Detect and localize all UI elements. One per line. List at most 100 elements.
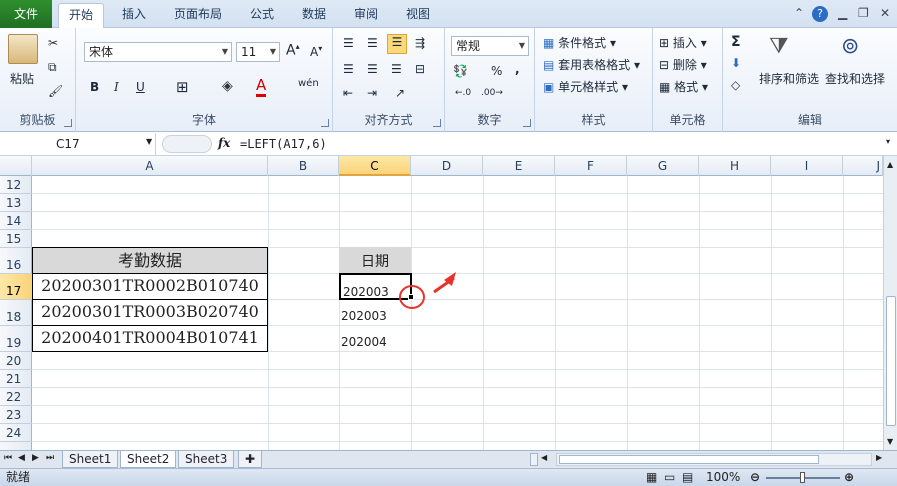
horizontal-scrollbar[interactable] — [556, 453, 872, 466]
insert-cells-button[interactable]: ⊞ 插入 ▾ — [659, 34, 707, 51]
increase-decimal-icon[interactable]: ←.0 — [455, 88, 471, 98]
delete-cells-button[interactable]: ⊟ 删除 ▾ — [659, 56, 707, 73]
sheet-tab-sheet2[interactable]: Sheet2 — [120, 451, 177, 468]
cell-c19[interactable]: 202004 — [341, 325, 387, 351]
tab-review[interactable]: 审阅 — [344, 3, 388, 28]
formula-input[interactable]: =LEFT(A17,6) — [240, 133, 327, 155]
find-select-button[interactable]: 查找和选择 — [825, 70, 885, 87]
tab-file[interactable]: 文件 — [0, 0, 52, 28]
font-name-combo[interactable]: 宋体 ▼ — [84, 42, 232, 62]
column-header-j[interactable]: J — [843, 156, 883, 176]
help-icon[interactable]: ? — [812, 6, 828, 22]
decrease-indent-icon[interactable]: ⇤ — [343, 86, 353, 100]
cut-icon[interactable]: ✂ — [48, 36, 58, 50]
cell-styles-button[interactable]: ▣ 单元格样式 ▾ — [543, 78, 628, 95]
row-header-22[interactable]: 22 — [0, 388, 32, 406]
italic-button[interactable]: I — [114, 80, 119, 94]
formula-bar-splitter[interactable] — [162, 135, 212, 153]
font-color-icon[interactable]: A — [256, 76, 267, 97]
row-header-15[interactable]: 15 — [0, 230, 32, 248]
window-restore-icon[interactable]: ❐ — [858, 6, 869, 20]
format-cells-button[interactable]: ▦ 格式 ▾ — [659, 78, 708, 95]
window-close-icon[interactable]: ✕ — [880, 6, 890, 20]
scroll-up-icon[interactable]: ▲ — [887, 160, 893, 169]
tab-home[interactable]: 开始 — [58, 3, 105, 28]
copy-icon[interactable]: ⧉ — [48, 60, 57, 75]
tab-insert[interactable]: 插入 — [112, 3, 156, 28]
format-as-table-button[interactable]: ▤ 套用表格格式 ▾ — [543, 56, 640, 73]
select-all-corner[interactable] — [0, 156, 32, 176]
underline-button[interactable]: U — [136, 80, 145, 94]
chevron-down-icon[interactable]: ▼ — [146, 137, 152, 146]
align-right-icon[interactable]: ☰ — [391, 62, 402, 76]
merge-center-icon[interactable]: ⊟ — [415, 62, 425, 76]
sheet-nav-next-icon[interactable]: ▶ — [32, 453, 39, 463]
scroll-thumb[interactable] — [886, 296, 896, 426]
paste-button[interactable]: 粘贴 — [10, 70, 34, 87]
worksheet-grid[interactable]: 考勤数据 20200301TR0002B010740 20200301TR000… — [32, 176, 883, 450]
tab-view[interactable]: 视图 — [396, 3, 440, 28]
cell-a18[interactable]: 20200301TR0003B020740 — [32, 299, 268, 326]
grow-font-icon[interactable]: A▴ — [286, 42, 300, 59]
row-header-13[interactable]: 13 — [0, 194, 32, 212]
page-break-view-icon[interactable]: ▤ — [682, 469, 693, 486]
column-header-d[interactable]: D — [411, 156, 483, 176]
scroll-left-icon[interactable]: ◀ — [541, 453, 547, 462]
cell-a16[interactable]: 考勤数据 — [32, 247, 268, 274]
zoom-in-icon[interactable]: ⊕ — [844, 469, 854, 486]
column-header-e[interactable]: E — [483, 156, 555, 176]
align-bottom-icon[interactable]: ☰ — [387, 34, 407, 54]
zoom-slider-thumb[interactable] — [800, 472, 805, 483]
row-header-20[interactable]: 20 — [0, 352, 32, 370]
name-box[interactable]: C17 — [0, 133, 156, 155]
row-header-16[interactable]: 16 — [0, 248, 32, 274]
column-header-f[interactable]: F — [555, 156, 627, 176]
sort-filter-button[interactable]: 排序和筛选 — [759, 70, 819, 87]
zoom-out-icon[interactable]: ⊖ — [750, 469, 760, 486]
row-header-17[interactable]: 17 — [0, 274, 32, 300]
increase-indent-icon[interactable]: ⇥ — [367, 86, 377, 100]
row-header-21[interactable]: 21 — [0, 370, 32, 388]
column-header-h[interactable]: H — [699, 156, 771, 176]
scroll-down-icon[interactable]: ▼ — [887, 437, 893, 446]
column-header-b[interactable]: B — [268, 156, 339, 176]
clear-icon[interactable]: ◇ — [731, 78, 740, 92]
zoom-level[interactable]: 100% — [706, 469, 740, 486]
expand-formula-icon[interactable]: ▾ — [886, 137, 890, 146]
row-header-19[interactable]: 19 — [0, 326, 32, 352]
column-header-c[interactable]: C — [339, 156, 411, 176]
row-header-24[interactable]: 24 — [0, 424, 32, 442]
font-launcher-icon[interactable] — [321, 119, 329, 127]
font-size-combo[interactable]: 11 ▼ — [236, 42, 280, 62]
column-header-g[interactable]: G — [627, 156, 699, 176]
percent-button[interactable]: % — [491, 64, 502, 78]
sheet-tab-sheet1[interactable]: Sheet1 — [62, 451, 119, 468]
sheet-nav-prev-icon[interactable]: ◀ — [18, 453, 25, 463]
sheet-tab-sheet3[interactable]: Sheet3 — [178, 451, 235, 468]
cell-a17[interactable]: 20200301TR0002B010740 — [32, 273, 268, 300]
column-header-i[interactable]: I — [771, 156, 843, 176]
sheet-nav-first-icon[interactable]: ⏮ — [4, 453, 12, 463]
window-minimize-icon[interactable]: ▁ — [838, 6, 847, 20]
conditional-format-button[interactable]: ▦ 条件格式 ▾ — [543, 34, 616, 51]
fill-color-icon[interactable]: ◈ — [222, 78, 233, 94]
currency-icon[interactable]: 💱 — [453, 64, 468, 78]
new-sheet-icon[interactable]: ✚ — [238, 451, 262, 468]
horizontal-scroll-thumb[interactable] — [559, 455, 819, 464]
align-top-icon[interactable]: ☰ — [343, 36, 354, 50]
decrease-decimal-icon[interactable]: .00→ — [481, 88, 503, 98]
number-launcher-icon[interactable] — [523, 119, 531, 127]
row-header-23[interactable]: 23 — [0, 406, 32, 424]
sort-filter-icon[interactable]: ⧩ — [769, 34, 789, 59]
autosum-button[interactable]: Σ — [731, 34, 741, 50]
comma-button[interactable]: , — [515, 62, 520, 76]
cell-a19[interactable]: 20200401TR0004B010741 — [32, 325, 268, 352]
clipboard-launcher-icon[interactable] — [64, 119, 72, 127]
row-header-18[interactable]: 18 — [0, 300, 32, 326]
cell-c18[interactable]: 202003 — [341, 299, 387, 325]
borders-icon[interactable]: ⊞ — [176, 78, 189, 96]
fill-icon[interactable]: ⬇ — [731, 56, 741, 70]
align-left-icon[interactable]: ☰ — [343, 62, 354, 76]
align-center-icon[interactable]: ☰ — [367, 62, 378, 76]
tab-page-layout[interactable]: 页面布局 — [164, 3, 232, 28]
